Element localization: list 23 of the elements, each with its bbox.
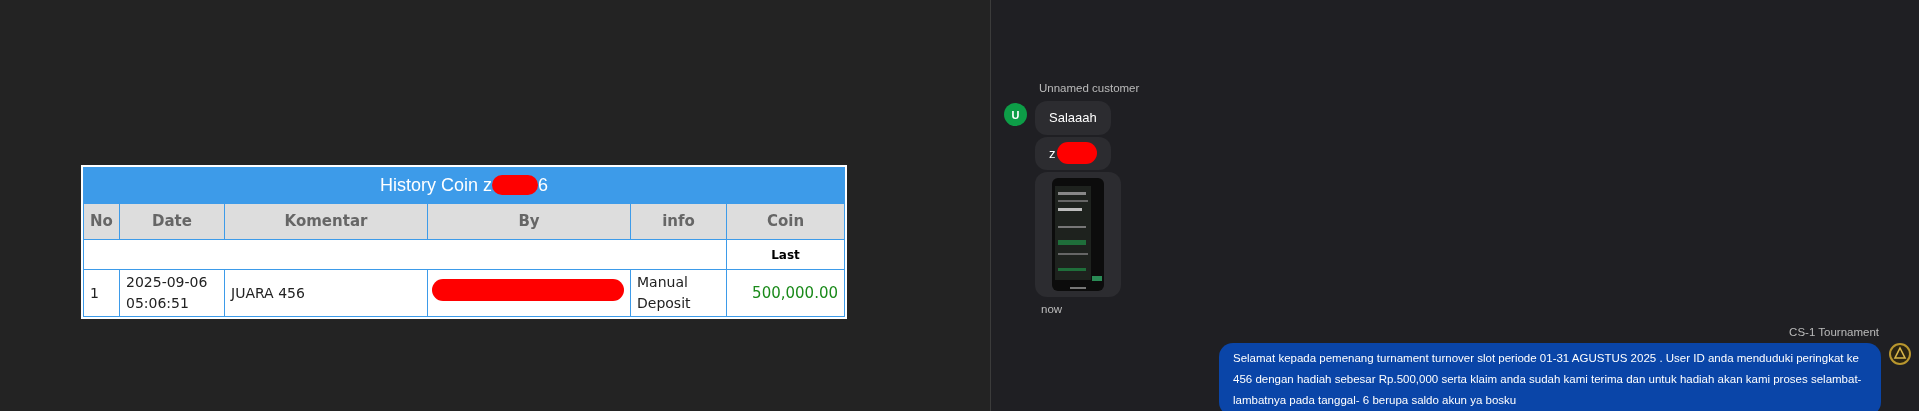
- sender-name: Unnamed customer: [1039, 81, 1141, 96]
- table-cell: 2025-09-06 05:06:51: [119, 269, 225, 317]
- message-bubble: Selamat kepada pemenang turnament turnover slot periode 01-31 AGUSTUS 2025 . User ID anda menduduki peringkat ke 456 dengan hadiah sebesar Rp.500,000 serta klaim anda sudah kami terima dan untuk hadiah akan kami proses selambat-lambatnya pada tanggal- 6 berupa saldo akun ya bosku: [1219, 343, 1881, 411]
- table-cell: JUARA 456: [224, 269, 428, 317]
- column-header: No: [83, 203, 120, 240]
- column-header: Coin: [726, 203, 845, 240]
- table-cell: 500,000.00: [726, 269, 845, 317]
- table-cell: 1: [83, 269, 120, 317]
- column-header: By: [427, 203, 631, 240]
- avatar: U: [1004, 103, 1027, 127]
- avatar-icon: [1889, 343, 1911, 366]
- title-text: 6: [538, 173, 548, 197]
- message-bubble: Salaaah: [1035, 101, 1111, 135]
- redaction-mark: [1056, 142, 1097, 165]
- message-text: z: [1049, 144, 1056, 163]
- title-text: History Coin z: [379, 173, 492, 197]
- timestamp: now: [1041, 301, 1064, 317]
- column-header: info: [630, 203, 727, 240]
- sender-name: CS-1 Tournament: [1788, 325, 1879, 340]
- table-cell: Last: [726, 239, 845, 270]
- table-cell: Manual Deposit: [630, 269, 727, 317]
- column-header: Date: [119, 203, 225, 240]
- column-header: Komentar: [224, 203, 428, 240]
